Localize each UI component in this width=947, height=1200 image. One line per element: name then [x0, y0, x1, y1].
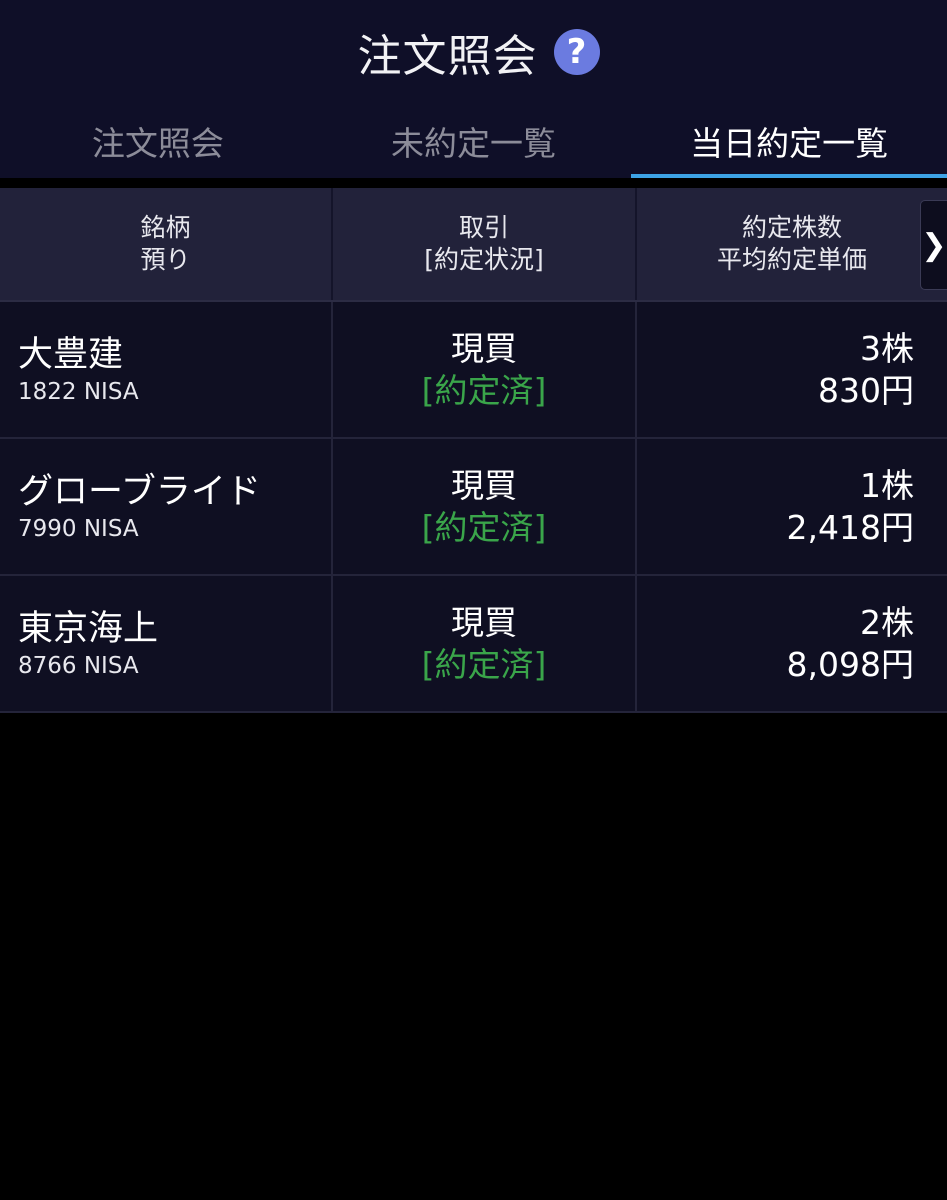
stock-code-account: 8766 NISA: [18, 652, 139, 679]
header-trade-label: 取引: [458, 213, 509, 242]
header-account-label: 預り: [140, 245, 191, 274]
header-status-label: [約定状況]: [424, 245, 544, 274]
tab-today-executed-list[interactable]: 当日約定一覧: [631, 110, 947, 179]
tab-unexecuted-list[interactable]: 未約定一覧: [316, 110, 632, 178]
stock-cell: 東京海上 8766 NISA: [0, 576, 333, 711]
trade-status: [約定済]: [421, 370, 547, 410]
trade-status: [約定済]: [421, 644, 547, 684]
header-qty-label: 約定株数: [741, 213, 842, 242]
executed-qty: 1株: [860, 465, 914, 505]
table-header: 銘柄 預り 取引 [約定状況] 約定株数 平均約定単価 ❯: [0, 188, 947, 302]
header-stock-account: 銘柄 預り: [0, 188, 333, 300]
tab-bar: 注文照会 未約定一覧 当日約定一覧: [0, 110, 947, 179]
stock-cell: グローブライド 7990 NISA: [0, 439, 333, 574]
stock-cell: 大豊建 1822 NISA: [0, 302, 333, 437]
trade-type: 現買: [451, 602, 517, 642]
page-title: 注文照会: [357, 31, 538, 82]
tab-order-inquiry[interactable]: 注文照会: [0, 110, 316, 178]
executed-qty: 2株: [860, 602, 914, 642]
qty-price-cell: 3株 830円: [637, 302, 947, 437]
stock-code-account: 1822 NISA: [18, 378, 139, 405]
stock-name: 大豊建: [18, 334, 124, 375]
trade-status: [約定済]: [421, 507, 547, 547]
chevron-right-icon[interactable]: ❯: [920, 200, 947, 290]
table-row[interactable]: 東京海上 8766 NISA 現買 [約定済] 2株 8,098円: [0, 576, 947, 713]
trade-type: 現買: [451, 328, 517, 368]
table-row[interactable]: 大豊建 1822 NISA 現買 [約定済] 3株 830円: [0, 302, 947, 439]
trade-type: 現買: [451, 465, 517, 505]
stock-code-account: 7990 NISA: [18, 515, 139, 542]
avg-price: 2,418円: [786, 507, 914, 547]
header-price-label: 平均約定単価: [716, 245, 867, 274]
header-stock-label: 銘柄: [140, 213, 191, 242]
trade-cell: 現買 [約定済]: [333, 576, 637, 711]
help-icon[interactable]: ?: [553, 29, 600, 75]
avg-price: 8,098円: [786, 644, 914, 684]
table-row[interactable]: グローブライド 7990 NISA 現買 [約定済] 1株 2,418円: [0, 439, 947, 576]
divider: [0, 178, 947, 188]
stock-name: グローブライド: [18, 471, 261, 512]
qty-price-cell: 1株 2,418円: [637, 439, 947, 574]
header-qty-price: 約定株数 平均約定単価: [637, 188, 947, 300]
app-header: 注文照会 ? 注文照会 未約定一覧 当日約定一覧: [0, 0, 947, 179]
executions-table: 銘柄 預り 取引 [約定状況] 約定株数 平均約定単価 ❯ 大豊建 1822 N…: [0, 188, 947, 713]
title-row: 注文照会 ?: [0, 18, 947, 86]
trade-cell: 現買 [約定済]: [333, 439, 637, 574]
qty-price-cell: 2株 8,098円: [637, 576, 947, 711]
header-trade-status: 取引 [約定状況]: [333, 188, 637, 300]
avg-price: 830円: [818, 370, 914, 410]
trade-cell: 現買 [約定済]: [333, 302, 637, 437]
stock-name: 東京海上: [18, 608, 159, 649]
executed-qty: 3株: [860, 328, 914, 368]
